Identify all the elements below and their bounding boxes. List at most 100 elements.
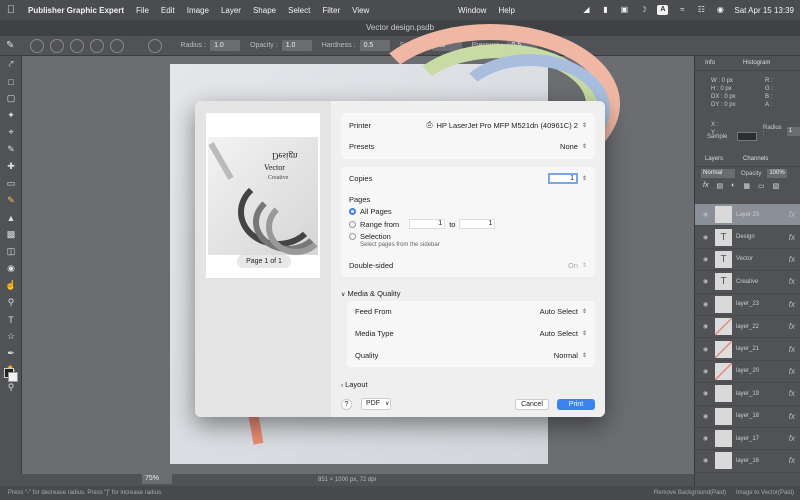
eye-icon[interactable]: ◉ [703, 390, 711, 397]
vpn-icon[interactable]: ◢ [581, 5, 591, 15]
layer-fx-icon[interactable]: fx [789, 210, 795, 219]
quality-select[interactable]: Normal ⇕ [554, 351, 587, 360]
smudge-tool-icon[interactable]: ☝ [0, 277, 22, 294]
layer-row[interactable]: ◉ T Design fx [695, 226, 800, 249]
adjustment-icon[interactable]: ▦ [743, 182, 750, 190]
marquee-tool-icon[interactable]: ▢ [0, 90, 22, 107]
opacity-input[interactable]: 1.0 [281, 40, 312, 51]
link-icon[interactable]: ▧ [773, 182, 780, 190]
media-type-select[interactable]: Auto Select ⇕ [540, 329, 587, 338]
tab-info[interactable]: Info [705, 60, 715, 66]
menu-window[interactable]: Window [452, 6, 492, 15]
layer-fx-icon[interactable]: fx [789, 255, 795, 264]
brush-preset-2-icon[interactable] [50, 38, 65, 53]
layer-fx-icon[interactable]: fx [789, 322, 795, 331]
layer-row[interactable]: ◉ layer_20 fx [695, 361, 800, 384]
layout-section[interactable]: › Layout [341, 380, 368, 389]
layer-row[interactable]: ◉ Layer 25 fx [695, 204, 800, 227]
eye-icon[interactable]: ◉ [703, 278, 711, 285]
layer-fx-icon[interactable]: fx [789, 345, 795, 354]
pen-tool-icon[interactable]: ✒ [0, 345, 22, 362]
moon-icon[interactable]: ☽ [638, 5, 648, 15]
remove-background-button[interactable]: Remove Background(Paid) [654, 490, 726, 496]
layer-row[interactable]: ◉ layer_18 fx [695, 406, 800, 428]
menu-view[interactable]: View [346, 6, 375, 15]
eraser-tool-icon[interactable]: ▭ [0, 175, 22, 192]
layer-fx-icon[interactable]: fx [789, 434, 795, 443]
eye-icon[interactable]: ◉ [703, 211, 711, 218]
crop-tool-icon[interactable]: ⌖ [0, 124, 22, 141]
eye-icon[interactable]: ◉ [703, 413, 711, 420]
layer-row[interactable]: ◉ layer_21 fx [695, 338, 800, 361]
presets-select[interactable]: None ⇕ [560, 142, 587, 151]
radius-input[interactable]: 1.0 [210, 40, 241, 51]
menu-help[interactable]: Help [492, 6, 520, 15]
gradient-tool-icon[interactable]: ◫ [0, 243, 22, 260]
layer-fx-icon[interactable]: fx [789, 277, 795, 286]
transform-tool-icon[interactable]: □ [0, 73, 22, 90]
group-icon[interactable]: ▭ [758, 182, 765, 190]
layer-row[interactable]: ◉ T Creative fx [695, 271, 800, 294]
eye-icon[interactable]: ◉ [703, 234, 711, 241]
brush-preset-3-icon[interactable] [70, 38, 85, 53]
lock-icon[interactable]: ▤ [716, 182, 723, 190]
layer-fx-icon[interactable]: fx [789, 367, 795, 376]
healing-tool-icon[interactable]: ✚ [0, 158, 22, 175]
selection-row[interactable]: Selection [349, 232, 587, 241]
image-to-vector-button[interactable]: Image to Vector(Paid) [736, 490, 794, 496]
bookmark-icon[interactable]: ▮ [600, 5, 610, 15]
info-radius-input[interactable]: 1 [786, 126, 800, 136]
magic-wand-tool-icon[interactable]: ✦ [0, 107, 22, 124]
brush-tool-active-icon[interactable]: ✎ [0, 192, 22, 209]
range-end-input[interactable]: 1 [459, 219, 496, 229]
siri-icon[interactable]: ◉ [715, 5, 725, 15]
fill-tool-icon[interactable]: ▩ [0, 226, 22, 243]
fx-icon[interactable]: fx [703, 182, 708, 190]
layer-row[interactable]: ◉ layer_23 fx [695, 294, 800, 316]
range-start-input[interactable]: 1 [409, 219, 446, 229]
media-quality-section[interactable]: ∨ Media & Quality [341, 289, 400, 298]
layer-row[interactable]: ◉ layer_22 fx [695, 316, 800, 339]
brush-preset-4-icon[interactable] [90, 38, 105, 53]
eye-icon[interactable]: ◉ [703, 301, 711, 308]
copies-stepper-icon[interactable]: ⇕ [582, 175, 587, 182]
eye-icon[interactable]: ◉ [703, 346, 711, 353]
wifi-icon[interactable]: ≈ [677, 5, 687, 15]
layer-fx-icon[interactable]: fx [789, 300, 795, 309]
clock[interactable]: Sat Apr 15 13:39 [734, 6, 794, 15]
menu-layer[interactable]: Layer [215, 6, 247, 15]
app-name-menu[interactable]: Publisher Graphic Expert [22, 6, 130, 15]
mask-icon[interactable]: ◐ [731, 182, 735, 190]
print-preview-page[interactable]: Design Vector Creative [206, 113, 320, 278]
brush-preset-5-icon[interactable] [110, 38, 125, 53]
apple-icon[interactable]:  [0, 4, 22, 16]
layer-fx-icon[interactable]: fx [789, 456, 795, 465]
feed-from-select[interactable]: Auto Select ⇕ [540, 307, 587, 316]
copies-input[interactable]: 1 [547, 173, 578, 184]
all-pages-row[interactable]: All Pages [349, 207, 587, 216]
eye-icon[interactable]: ◉ [703, 457, 711, 464]
layer-row[interactable]: ◉ layer_19 fx [695, 383, 800, 406]
sample-color-swatch[interactable] [737, 132, 758, 141]
input-source-icon[interactable]: A [657, 5, 669, 15]
menu-file[interactable]: File [130, 6, 155, 15]
layer-row[interactable]: ◉ layer_16 fx [695, 450, 800, 473]
selection-radio[interactable] [349, 233, 356, 240]
brush-preset-1-icon[interactable] [30, 38, 45, 53]
eye-icon[interactable]: ◉ [703, 256, 711, 263]
eye-icon[interactable]: ◉ [703, 435, 711, 442]
eye-redeye-tool-icon[interactable]: ◉ [0, 260, 22, 277]
double-sided-select[interactable]: On ⇕ [568, 261, 587, 270]
layer-fx-icon[interactable]: fx [789, 233, 795, 242]
cancel-button[interactable]: Cancel [515, 398, 549, 410]
blend-mode-select[interactable]: Normal [701, 169, 735, 178]
text-tool-icon[interactable]: T [0, 311, 22, 328]
dodge-tool-icon[interactable]: ⚲ [0, 294, 22, 311]
menu-shape[interactable]: Shape [247, 6, 282, 15]
layer-opacity-input[interactable]: 100% [767, 169, 788, 178]
zoom-level-input[interactable]: 75% [142, 474, 172, 484]
printer-select[interactable]: ⎙ HP LaserJet Pro MFP M521dn (40961C) 2 … [427, 120, 588, 130]
move-tool-icon[interactable]: ⤤ [0, 56, 22, 73]
menu-filter[interactable]: Filter [316, 6, 346, 15]
background-color-swatch[interactable] [8, 372, 18, 382]
